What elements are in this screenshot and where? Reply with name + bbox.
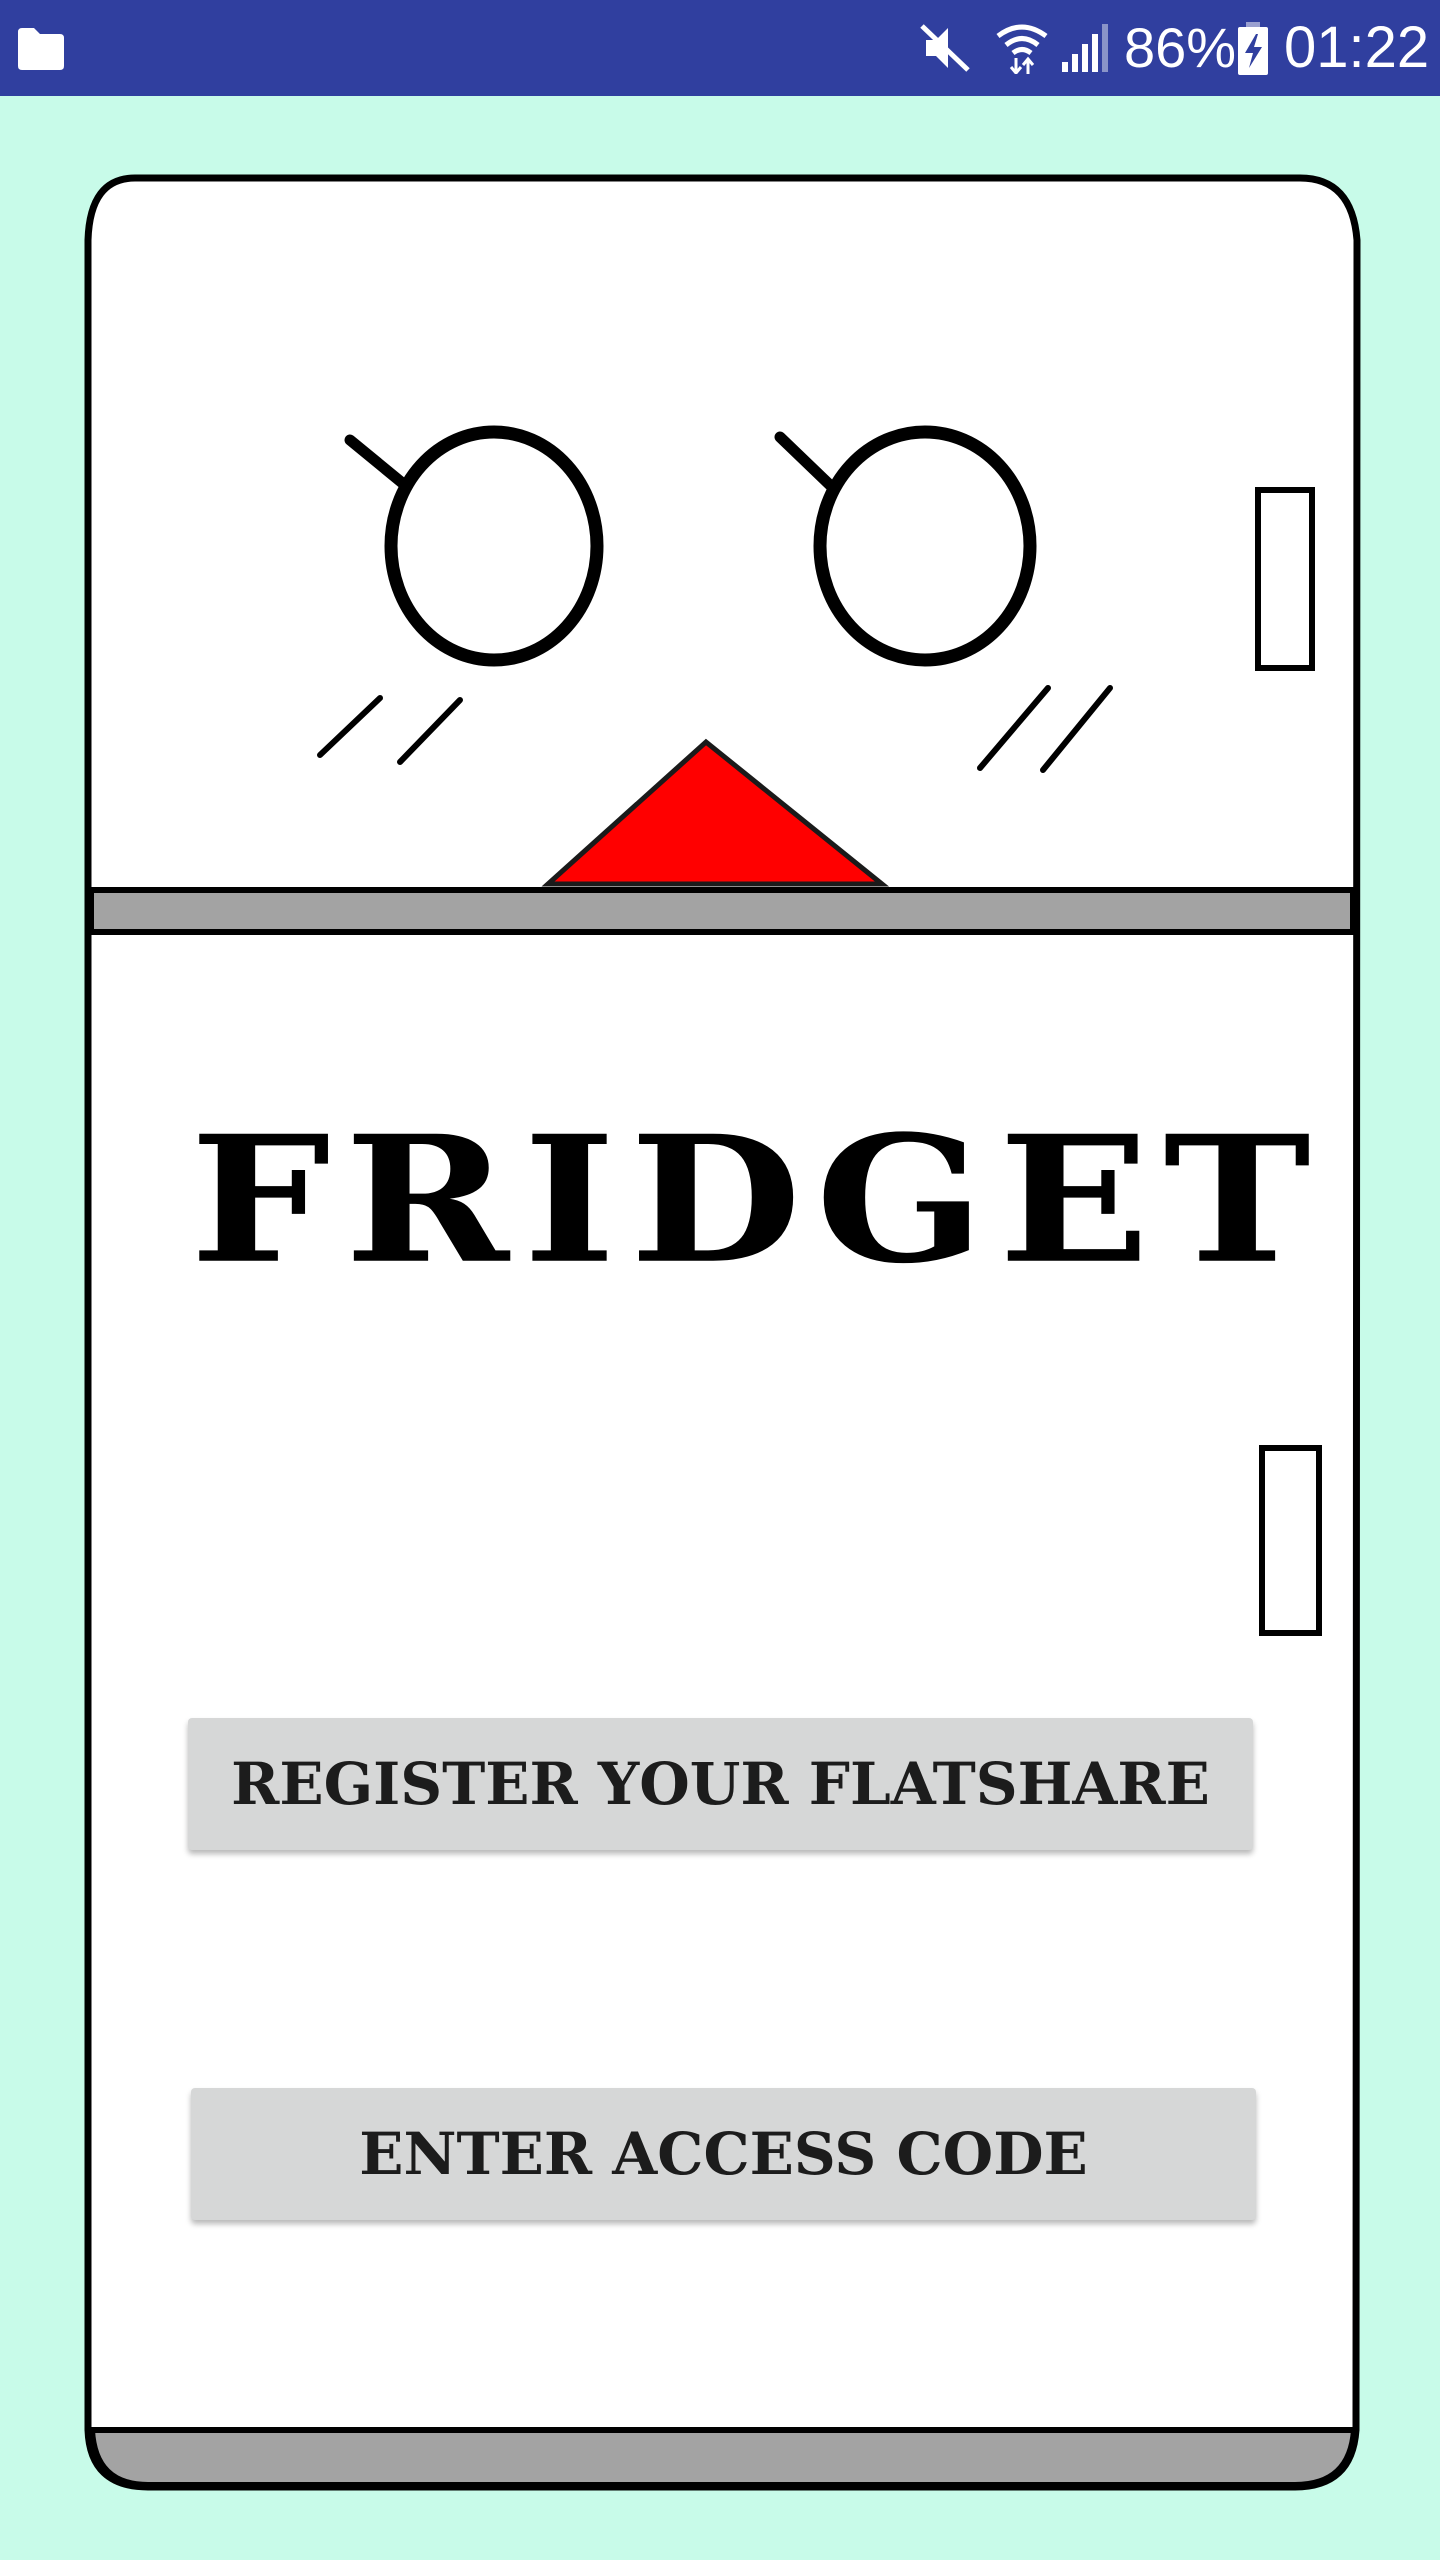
register-flatshare-button[interactable]: REGISTER YOUR FLATSHARE xyxy=(188,1718,1253,1850)
fridge-divider xyxy=(88,887,1356,935)
app-logo: FRIDGET xyxy=(190,1097,1325,1303)
enter-access-code-button[interactable]: ENTER ACCESS CODE xyxy=(191,2088,1256,2220)
lower-door-handle xyxy=(1259,1445,1322,1636)
fridge-base xyxy=(88,2427,1358,2488)
upper-door-handle xyxy=(1255,487,1315,671)
